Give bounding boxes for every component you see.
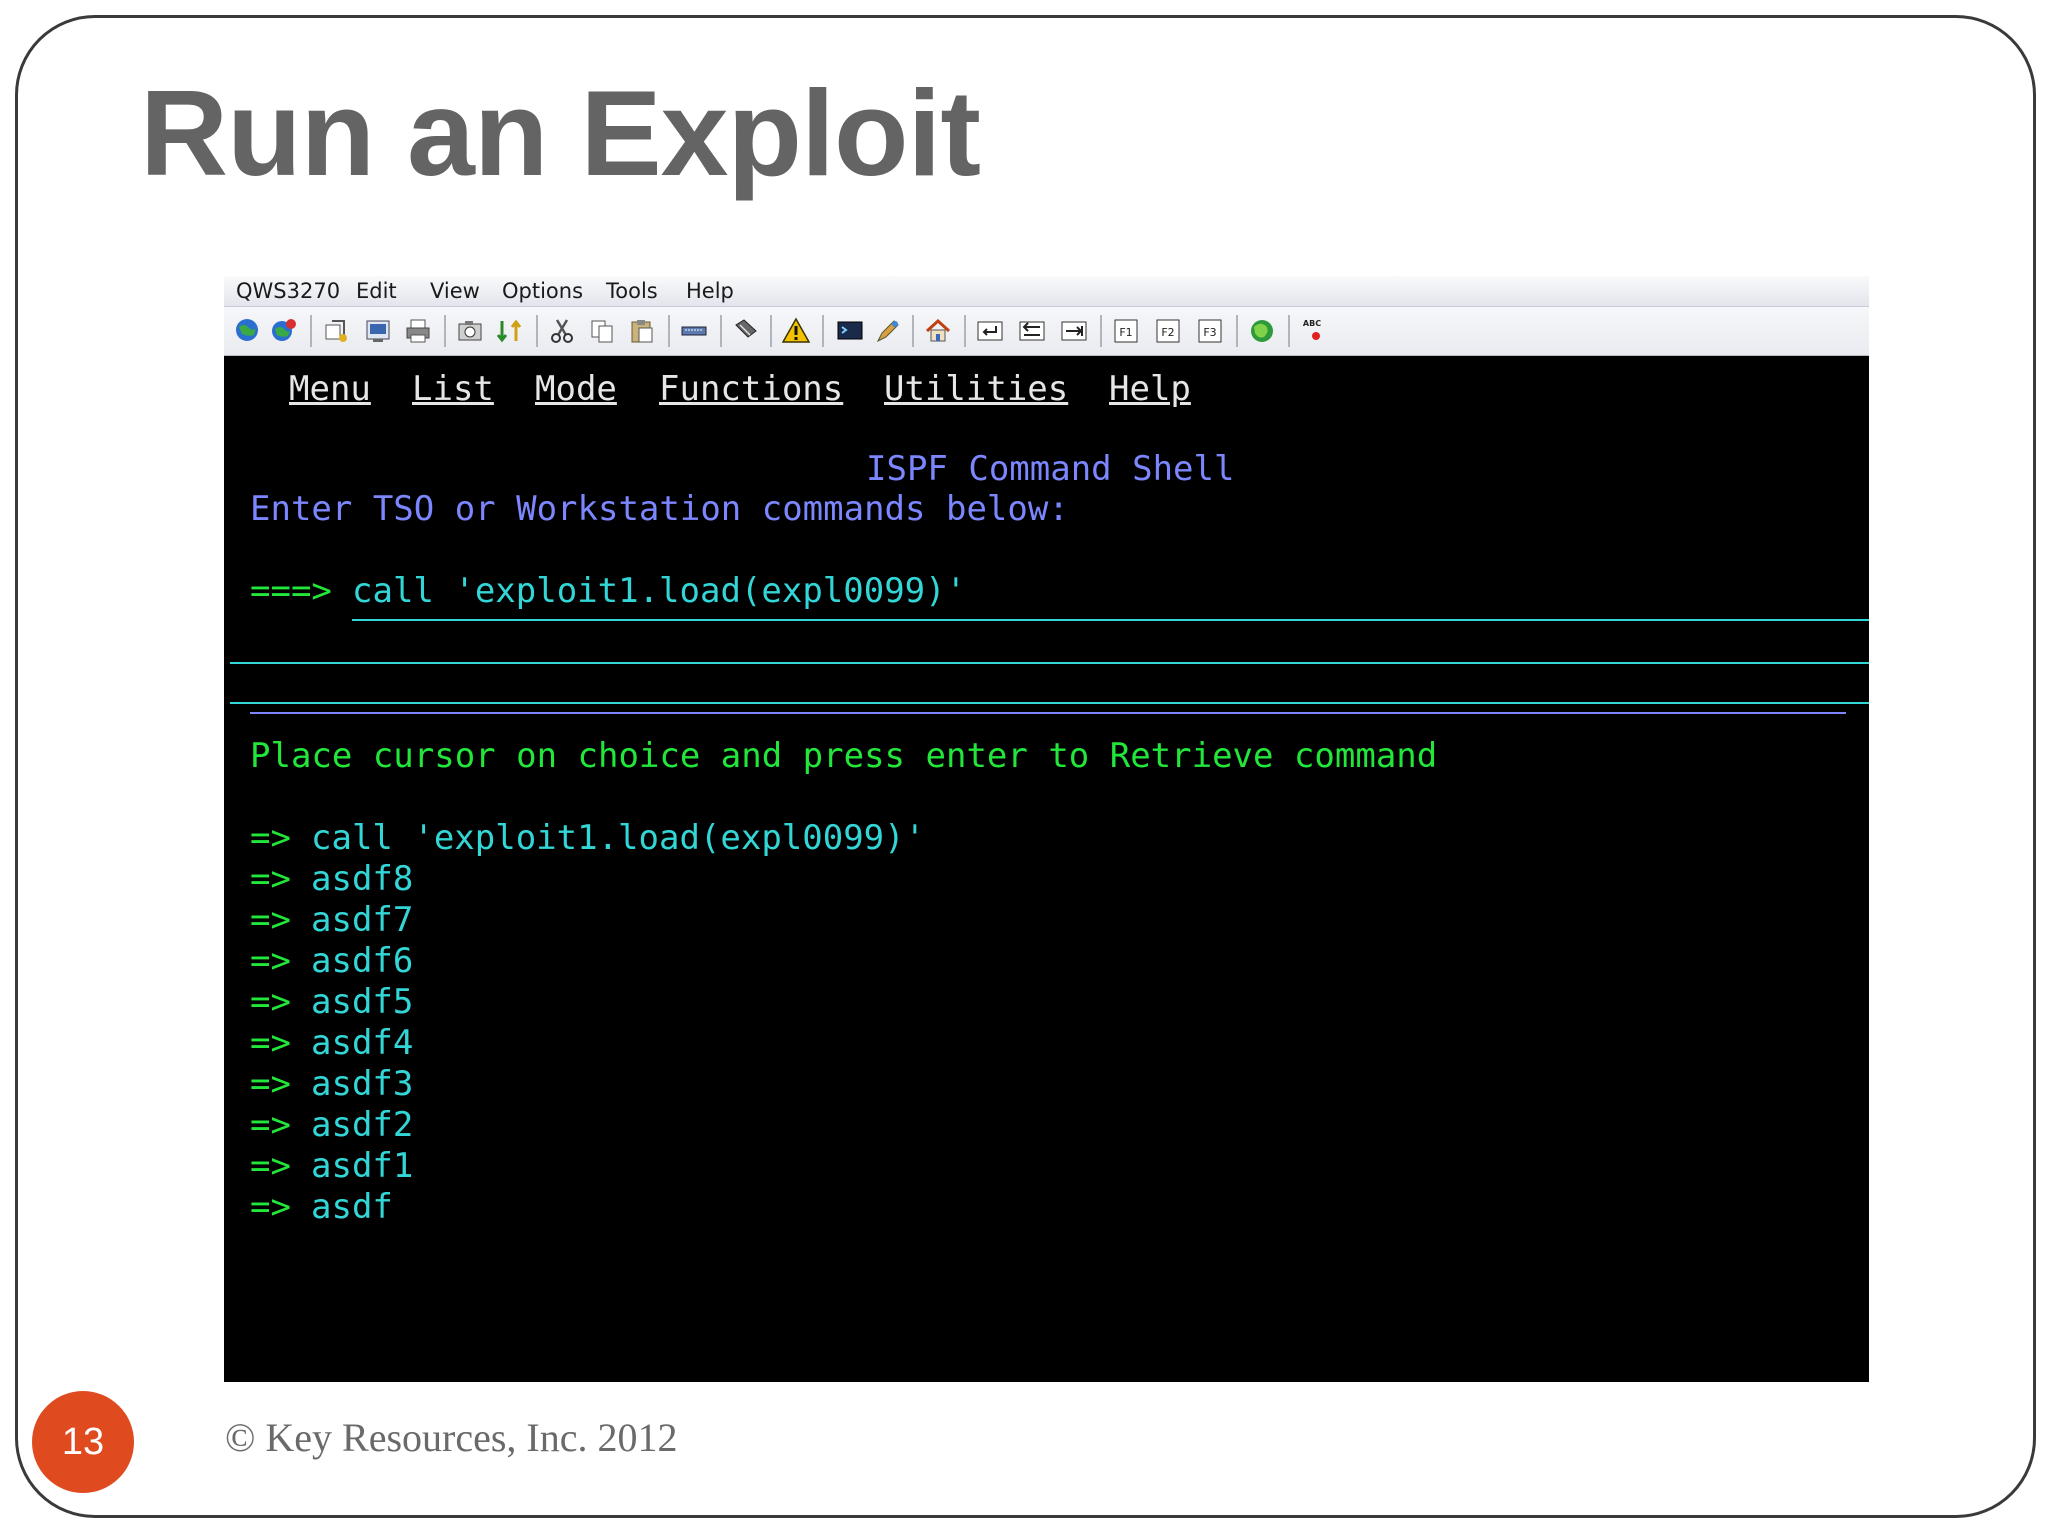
menu-qws3270[interactable]: QWS3270: [236, 279, 340, 303]
history-item[interactable]: asdf2: [311, 1108, 413, 1142]
panel-title: ISPF Command Shell: [866, 449, 1235, 489]
history-item[interactable]: asdf6: [311, 944, 413, 978]
command-prompt: ===>: [250, 571, 332, 611]
display-icon[interactable]: [836, 317, 864, 345]
toolbar-separator: [912, 315, 914, 347]
page-number-badge: 13: [32, 1391, 134, 1493]
disconnect-globe-icon[interactable]: [270, 317, 298, 345]
action-bar-divider: [250, 712, 1846, 714]
enter-icon[interactable]: [976, 317, 1004, 345]
history-arrow: =>: [250, 1023, 291, 1063]
pf3-icon[interactable]: F3: [1196, 317, 1224, 345]
history-arrow: =>: [250, 941, 291, 981]
svg-text:ABC: ABC: [1303, 319, 1321, 328]
pen-icon[interactable]: [874, 317, 902, 345]
transfer-icon[interactable]: [496, 317, 524, 345]
toolbar-separator: [668, 315, 670, 347]
history-item[interactable]: asdf: [311, 1190, 393, 1224]
new-session-icon[interactable]: [322, 317, 350, 345]
cut-icon[interactable]: [548, 317, 576, 345]
tab-back-icon[interactable]: [1018, 317, 1046, 345]
menu-options[interactable]: Options: [502, 279, 583, 303]
history-item[interactable]: call 'exploit1.load(expl0099)': [311, 821, 925, 855]
paste-icon[interactable]: [628, 317, 656, 345]
menu-help[interactable]: Help: [686, 279, 734, 303]
spell-check-icon[interactable]: ABC: [1300, 317, 1328, 345]
capture-icon[interactable]: [456, 317, 484, 345]
toolbar-separator: [964, 315, 966, 347]
retrieve-hint: Place cursor on choice and press enter t…: [250, 736, 1438, 776]
action-bar-menu[interactable]: Menu: [289, 372, 371, 406]
copy-icon[interactable]: [588, 317, 616, 345]
warning-icon[interactable]: [782, 317, 810, 345]
input-field-line[interactable]: [230, 702, 1869, 704]
toolbar-separator: [444, 315, 446, 347]
slide-title: Run an Exploit: [140, 65, 981, 201]
world-icon[interactable]: [1248, 317, 1276, 345]
pf2-icon[interactable]: F2: [1154, 317, 1182, 345]
action-bar-list[interactable]: List: [412, 372, 494, 406]
history-item[interactable]: asdf4: [311, 1026, 413, 1060]
toolbar-separator: [536, 315, 538, 347]
home-icon[interactable]: [924, 317, 952, 345]
action-bar-functions[interactable]: Functions: [659, 372, 843, 406]
tab-forward-icon[interactable]: [1060, 317, 1088, 345]
history-arrow: =>: [250, 1105, 291, 1145]
toolbar-separator: [720, 315, 722, 347]
toolbar-separator: [1288, 315, 1290, 347]
history-arrow: =>: [250, 859, 291, 899]
connect-globe-icon[interactable]: [234, 317, 262, 345]
command-field-underline: [352, 619, 1869, 621]
menu-view[interactable]: View: [430, 279, 480, 303]
history-arrow: =>: [250, 818, 291, 858]
svg-text:F2: F2: [1161, 326, 1174, 339]
terminal-emulator-window: QWS3270 Edit View Options Tools Help F1 …: [224, 276, 1869, 1382]
history-item[interactable]: asdf7: [311, 903, 413, 937]
action-bar-help[interactable]: Help: [1109, 372, 1191, 406]
emulator-menubar: QWS3270 Edit View Options Tools Help: [224, 276, 1869, 307]
history-arrow: =>: [250, 1187, 291, 1227]
svg-text:F1: F1: [1119, 326, 1132, 339]
slide-footer: © Key Resources, Inc. 2012: [225, 1415, 678, 1460]
history-item[interactable]: asdf3: [311, 1067, 413, 1101]
emulator-toolbar: F1 F2 F3 ABC: [224, 307, 1869, 356]
menu-edit[interactable]: Edit: [356, 279, 397, 303]
toolbar-separator: [1236, 315, 1238, 347]
command-input[interactable]: call 'exploit1.load(expl0099)': [352, 574, 966, 608]
history-arrow: =>: [250, 1064, 291, 1104]
pf1-icon[interactable]: F1: [1112, 317, 1140, 345]
save-screen-icon[interactable]: [364, 317, 392, 345]
toolbar-separator: [770, 315, 772, 347]
print-icon[interactable]: [404, 317, 432, 345]
toolbar-separator: [310, 315, 312, 347]
history-item[interactable]: asdf1: [311, 1149, 413, 1183]
action-bar-utilities[interactable]: Utilities: [884, 372, 1068, 406]
terminal-screen[interactable]: Menu List Mode Functions Utilities Help …: [224, 356, 1869, 1382]
history-arrow: =>: [250, 1146, 291, 1186]
toolbar-separator: [1100, 315, 1102, 347]
menu-tools[interactable]: Tools: [606, 279, 658, 303]
macro-icon[interactable]: [732, 317, 760, 345]
input-field-line[interactable]: [230, 662, 1869, 664]
history-item[interactable]: asdf8: [311, 862, 413, 896]
keyboard-icon[interactable]: [680, 317, 708, 345]
history-item[interactable]: asdf5: [311, 985, 413, 1019]
history-arrow: =>: [250, 982, 291, 1022]
toolbar-separator: [822, 315, 824, 347]
history-arrow: =>: [250, 900, 291, 940]
panel-instruction: Enter TSO or Workstation commands below:: [250, 489, 1069, 529]
svg-text:F3: F3: [1203, 326, 1216, 339]
action-bar-mode[interactable]: Mode: [535, 372, 617, 406]
